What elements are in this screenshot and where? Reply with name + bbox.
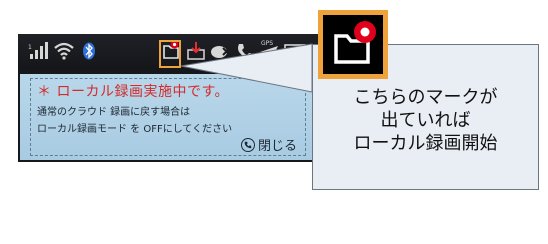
local-recording-icon — [323, 15, 383, 74]
callout-text: こちらのマークが 出ていれば ローカル録画開始 — [312, 86, 539, 155]
recording-icon-enlarged — [318, 10, 388, 79]
callout-line-3: ローカル録画開始 — [353, 133, 498, 154]
callout-line-1: こちらのマークが — [353, 87, 498, 108]
callout-line-2: 出ていれば — [380, 110, 471, 131]
